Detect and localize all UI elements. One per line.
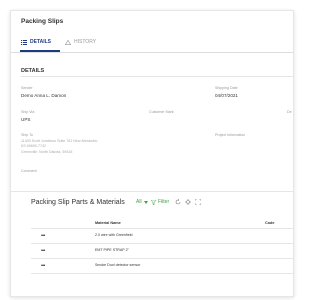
parts-title: Packing Slip Parts & Materials — [31, 199, 125, 206]
warning-icon — [65, 39, 71, 45]
column-material-name[interactable]: Material Name — [95, 221, 121, 225]
table-row: ••• 2.0 wire with Greenfield — [31, 228, 293, 244]
comment-label: Comment — [21, 169, 37, 173]
page-title: Packing Slips — [21, 18, 64, 25]
settings-icon[interactable] — [185, 199, 191, 205]
ship-to-line-3: Greenville, North Dakota, 59426 — [21, 149, 73, 154]
filter-label: Filter — [158, 199, 170, 205]
tab-details[interactable]: DETAILS — [21, 39, 51, 45]
sender-value: Demo Anna L. Damon — [21, 93, 67, 98]
refresh-icon[interactable] — [175, 199, 181, 205]
tab-bar: DETAILS HISTORY — [11, 37, 293, 53]
column-code[interactable]: Code — [265, 221, 275, 225]
tab-history-label: HISTORY — [74, 39, 97, 45]
row-menu-button[interactable]: ••• — [41, 263, 45, 269]
list-icon — [21, 39, 27, 45]
tab-details-label: DETAILS — [30, 39, 52, 45]
project-info-label: Project Information — [215, 133, 246, 137]
shipping-date-value: 04/07/2021 — [215, 93, 238, 98]
tab-history[interactable]: HISTORY — [65, 39, 96, 45]
caret-down-icon — [143, 200, 148, 204]
ship-via-label: Ship Via — [21, 110, 35, 114]
ship-to-label: Ship To — [21, 133, 33, 137]
customer-mark-label: Customer Mark — [149, 110, 174, 114]
all-dropdown[interactable]: All — [136, 199, 148, 205]
details-divider — [21, 76, 293, 77]
material-name-cell: Smoke Duct detector sensor — [95, 263, 141, 267]
material-name-cell: 2.0 wire with Greenfield — [95, 233, 133, 237]
row-menu-button[interactable]: ••• — [41, 248, 45, 254]
row-menu-button[interactable]: ••• — [41, 233, 45, 239]
shipping-date-label: Shipping Date — [215, 86, 238, 90]
details-heading: DETAILS — [21, 68, 45, 74]
all-label: All — [136, 199, 142, 205]
cut-off-label: De — [287, 110, 292, 114]
table-row: ••• Smoke Duct detector sensor — [31, 258, 293, 274]
ship-to-address: 11400 Scott Junctions Suite 761 New Alex… — [21, 139, 98, 155]
active-tab-indicator — [20, 50, 60, 52]
filter-button[interactable]: Filter — [151, 199, 169, 205]
ship-via-value: UPS — [21, 117, 31, 122]
table-row: ••• EMT PIPE STRAP 2" — [31, 243, 293, 259]
packing-slip-card: Packing Slips DETAILS HISTORY DETAILS Se… — [10, 10, 294, 297]
sender-label: Sender — [21, 86, 33, 90]
material-name-cell: EMT PIPE STRAP 2" — [95, 248, 129, 252]
filter-icon — [151, 199, 156, 205]
fullscreen-icon[interactable] — [195, 199, 201, 205]
